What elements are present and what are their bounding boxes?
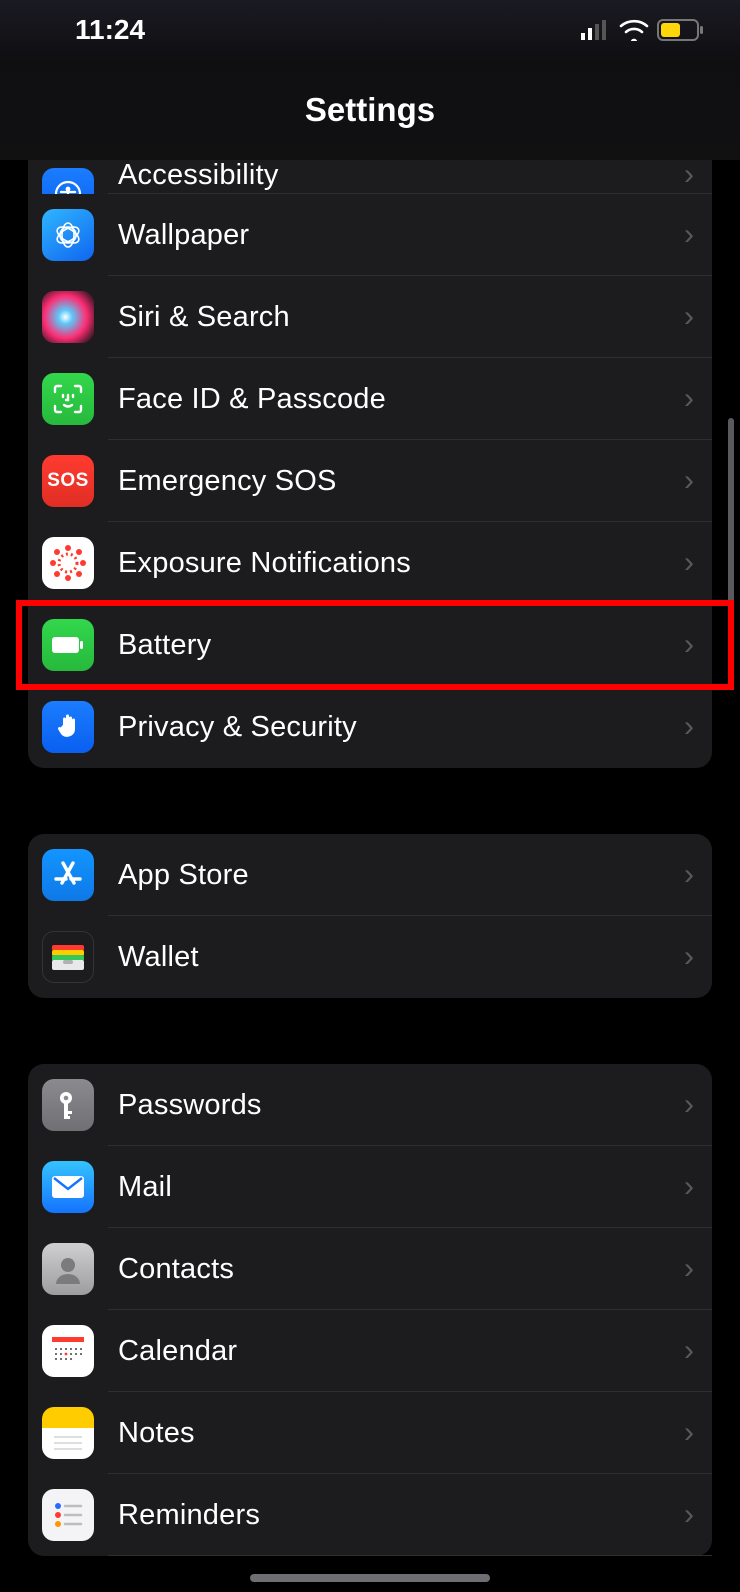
chevron-right-icon: › (684, 160, 694, 192)
status-icons (581, 19, 705, 41)
reminders-icon (42, 1489, 94, 1541)
settings-row-calendar[interactable]: Calendar › (28, 1310, 712, 1392)
settings-group-store: App Store › Wallet › (28, 834, 712, 998)
battery-icon (657, 19, 705, 41)
row-label: Contacts (118, 1253, 684, 1286)
notes-icon (42, 1407, 94, 1459)
row-label: Notes (118, 1417, 684, 1450)
settings-group-apps: Passwords › Mail › Contacts › Calendar (28, 1064, 712, 1556)
settings-row-wallpaper[interactable]: Wallpaper › (28, 194, 712, 276)
settings-row-appstore[interactable]: App Store › (28, 834, 712, 916)
settings-row-siri[interactable]: Siri & Search › (28, 276, 712, 358)
chevron-right-icon: › (684, 300, 694, 334)
row-label: Passwords (118, 1089, 684, 1122)
appstore-icon (42, 849, 94, 901)
chevron-right-icon: › (684, 710, 694, 744)
settings-row-passwords[interactable]: Passwords › (28, 1064, 712, 1146)
contacts-icon (42, 1243, 94, 1295)
settings-row-contacts[interactable]: Contacts › (28, 1228, 712, 1310)
chevron-right-icon: › (684, 1252, 694, 1286)
settings-row-reminders[interactable]: Reminders › (28, 1474, 712, 1556)
status-time: 11:24 (75, 14, 145, 46)
chevron-right-icon: › (684, 464, 694, 498)
settings-row-exposure[interactable]: Exposure Notifications › (28, 522, 712, 604)
row-label: App Store (118, 859, 684, 892)
chevron-right-icon: › (684, 218, 694, 252)
chevron-right-icon: › (684, 628, 694, 662)
wallet-icon (42, 931, 94, 983)
chevron-right-icon: › (684, 1170, 694, 1204)
row-label: Mail (118, 1171, 684, 1204)
siri-icon (42, 291, 94, 343)
row-label: Reminders (118, 1499, 684, 1532)
settings-scroll[interactable]: Accessibility › Wallpaper › Siri & Searc… (0, 160, 740, 1592)
chevron-right-icon: › (684, 940, 694, 974)
faceid-icon (42, 373, 94, 425)
chevron-right-icon: › (684, 1416, 694, 1450)
row-label: Calendar (118, 1335, 684, 1368)
cell-signal-icon (581, 20, 611, 40)
row-label: Exposure Notifications (118, 547, 684, 580)
row-label: Wallpaper (118, 219, 684, 252)
settings-group-general: Accessibility › Wallpaper › Siri & Searc… (28, 160, 712, 768)
settings-row-privacy[interactable]: Privacy & Security › (28, 686, 712, 768)
row-label: Face ID & Passcode (118, 383, 684, 416)
mail-icon (42, 1161, 94, 1213)
chevron-right-icon: › (684, 1334, 694, 1368)
row-label: Siri & Search (118, 301, 684, 334)
chevron-right-icon: › (684, 546, 694, 580)
passwords-icon (42, 1079, 94, 1131)
page-title: Settings (305, 91, 435, 129)
exposure-icon (42, 537, 94, 589)
row-label: Emergency SOS (118, 465, 684, 498)
settings-row-accessibility[interactable]: Accessibility › (28, 160, 712, 194)
accessibility-icon (42, 168, 94, 194)
battery-app-icon (42, 619, 94, 671)
row-label: Accessibility (118, 160, 684, 192)
chevron-right-icon: › (684, 1498, 694, 1532)
page-header: Settings (0, 60, 740, 160)
home-indicator[interactable] (250, 1574, 490, 1582)
row-label: Battery (118, 629, 684, 662)
settings-row-wallet[interactable]: Wallet › (28, 916, 712, 998)
row-label: Wallet (118, 941, 684, 974)
status-bar: 11:24 (0, 0, 740, 60)
calendar-icon (42, 1325, 94, 1377)
settings-row-faceid[interactable]: Face ID & Passcode › (28, 358, 712, 440)
sos-icon: SOS (42, 455, 94, 507)
chevron-right-icon: › (684, 1088, 694, 1122)
settings-row-notes[interactable]: Notes › (28, 1392, 712, 1474)
chevron-right-icon: › (684, 858, 694, 892)
chevron-right-icon: › (684, 382, 694, 416)
settings-row-battery[interactable]: Battery › (28, 604, 712, 686)
wifi-icon (619, 19, 649, 41)
settings-row-mail[interactable]: Mail › (28, 1146, 712, 1228)
wallpaper-icon (42, 209, 94, 261)
settings-row-sos[interactable]: SOS Emergency SOS › (28, 440, 712, 522)
row-label: Privacy & Security (118, 711, 684, 744)
privacy-hand-icon (42, 701, 94, 753)
scrollbar-thumb[interactable] (728, 418, 734, 658)
